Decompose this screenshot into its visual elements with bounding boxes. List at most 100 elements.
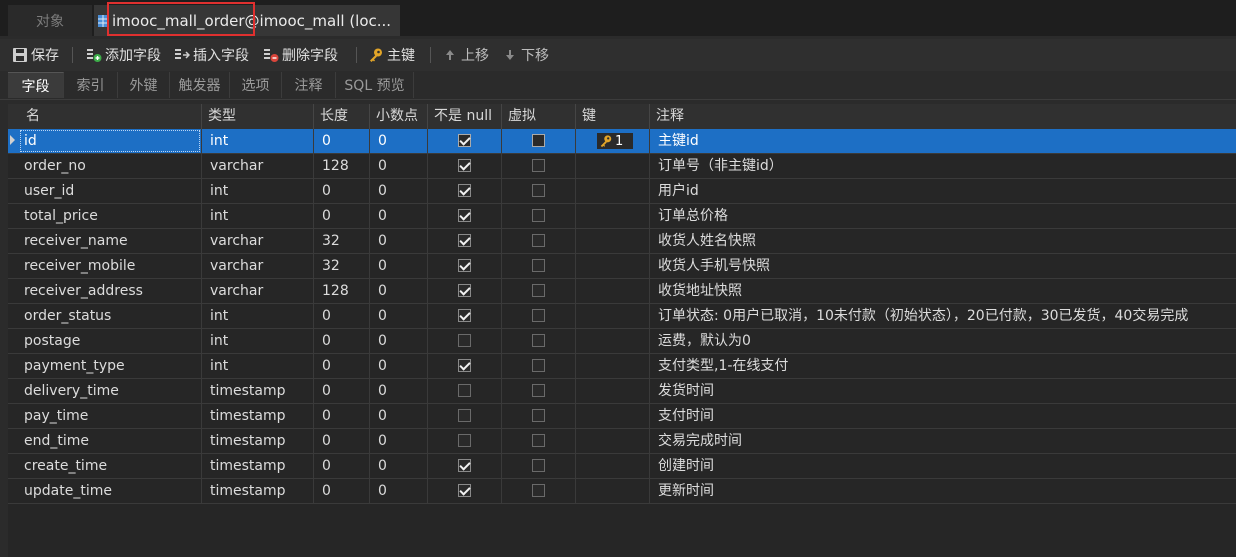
virtual-checkbox[interactable] [532, 284, 545, 297]
field-decimals-cell[interactable]: 0 [370, 179, 428, 203]
field-type-cell[interactable]: varchar [202, 279, 314, 303]
field-type-cell[interactable]: int [202, 304, 314, 328]
move-down-button[interactable]: 下移 [502, 45, 549, 65]
field-length-cell[interactable]: 0 [314, 454, 370, 478]
field-type-cell[interactable]: int [202, 354, 314, 378]
key-cell[interactable] [576, 254, 650, 278]
field-decimals-cell[interactable]: 0 [370, 429, 428, 453]
primary-key-button[interactable]: 主键 [368, 45, 415, 65]
virtual-checkbox[interactable] [532, 459, 545, 472]
field-type-cell[interactable]: varchar [202, 229, 314, 253]
field-comment-cell[interactable]: 用户id [650, 179, 1236, 203]
field-decimals-cell[interactable]: 0 [370, 354, 428, 378]
field-decimals-cell[interactable]: 0 [370, 154, 428, 178]
field-length-cell[interactable]: 0 [314, 204, 370, 228]
column-header-key[interactable]: 键 [576, 104, 650, 129]
key-cell[interactable] [576, 454, 650, 478]
not-null-checkbox[interactable] [458, 159, 471, 172]
field-name-cell[interactable]: end_time [20, 429, 202, 453]
move-up-button[interactable]: 上移 [442, 45, 489, 65]
field-decimals-cell[interactable]: 0 [370, 129, 428, 153]
tab-foreign-keys[interactable]: 外键 [118, 72, 170, 98]
not-null-checkbox[interactable] [458, 334, 471, 347]
field-name-cell[interactable]: payment_type [20, 354, 202, 378]
column-header-name[interactable]: 名 [20, 104, 202, 129]
column-header-virtual[interactable]: 虚拟 [502, 104, 576, 129]
tab-indexes[interactable]: 索引 [64, 72, 118, 98]
field-decimals-cell[interactable]: 0 [370, 379, 428, 403]
field-type-cell[interactable]: int [202, 129, 314, 153]
virtual-checkbox[interactable] [532, 434, 545, 447]
field-row[interactable]: delivery_time timestamp 0 0 发货时间 [8, 379, 1236, 404]
key-cell[interactable] [576, 279, 650, 303]
field-length-cell[interactable]: 32 [314, 254, 370, 278]
tab-objects[interactable]: 对象 [8, 5, 92, 36]
field-comment-cell[interactable]: 运费，默认为0 [650, 329, 1236, 353]
field-type-cell[interactable]: varchar [202, 154, 314, 178]
not-null-checkbox[interactable] [458, 259, 471, 272]
key-cell[interactable] [576, 404, 650, 428]
field-decimals-cell[interactable]: 0 [370, 404, 428, 428]
field-row[interactable]: order_no varchar 128 0 订单号（非主键id） [8, 154, 1236, 179]
tab-comment[interactable]: 注释 [282, 72, 336, 98]
virtual-checkbox[interactable] [532, 209, 545, 222]
field-comment-cell[interactable]: 创建时间 [650, 454, 1236, 478]
key-cell[interactable] [576, 304, 650, 328]
key-cell[interactable] [576, 429, 650, 453]
not-null-checkbox[interactable] [458, 484, 471, 497]
field-row[interactable]: update_time timestamp 0 0 更新时间 [8, 479, 1236, 504]
field-decimals-cell[interactable]: 0 [370, 254, 428, 278]
virtual-checkbox[interactable] [532, 309, 545, 322]
field-name-cell[interactable]: postage [20, 329, 202, 353]
virtual-checkbox[interactable] [532, 159, 545, 172]
field-row[interactable]: create_time timestamp 0 0 创建时间 [8, 454, 1236, 479]
field-name-cell[interactable]: delivery_time [20, 379, 202, 403]
not-null-checkbox[interactable] [458, 459, 471, 472]
field-length-cell[interactable]: 128 [314, 154, 370, 178]
field-decimals-cell[interactable]: 0 [370, 304, 428, 328]
field-comment-cell[interactable]: 收货人姓名快照 [650, 229, 1236, 253]
field-comment-cell[interactable]: 订单状态: 0用户已取消，10未付款（初始状态），20已付款，30已发货，40交… [650, 304, 1236, 328]
field-length-cell[interactable]: 0 [314, 404, 370, 428]
field-comment-cell[interactable]: 发货时间 [650, 379, 1236, 403]
field-length-cell[interactable]: 0 [314, 304, 370, 328]
field-comment-cell[interactable]: 支付类型,1-在线支付 [650, 354, 1236, 378]
field-length-cell[interactable]: 0 [314, 479, 370, 503]
field-comment-cell[interactable]: 订单总价格 [650, 204, 1236, 228]
field-name-cell[interactable]: user_id [20, 179, 202, 203]
field-length-cell[interactable]: 0 [314, 379, 370, 403]
not-null-checkbox[interactable] [458, 359, 471, 372]
field-row[interactable]: id int 0 0 1 主键id [8, 129, 1236, 154]
field-type-cell[interactable]: int [202, 329, 314, 353]
field-comment-cell[interactable]: 订单号（非主键id） [650, 154, 1236, 178]
key-cell[interactable] [576, 379, 650, 403]
virtual-checkbox[interactable] [532, 184, 545, 197]
field-name-cell[interactable]: receiver_mobile [20, 254, 202, 278]
column-header-comment[interactable]: 注释 [650, 104, 1236, 129]
virtual-checkbox[interactable] [532, 484, 545, 497]
not-null-checkbox[interactable] [458, 434, 471, 447]
field-comment-cell[interactable]: 收货地址快照 [650, 279, 1236, 303]
field-name-cell[interactable]: id [20, 129, 202, 153]
field-type-cell[interactable]: timestamp [202, 379, 314, 403]
not-null-checkbox[interactable] [458, 209, 471, 222]
field-comment-cell[interactable]: 收货人手机号快照 [650, 254, 1236, 278]
field-row[interactable]: user_id int 0 0 用户id [8, 179, 1236, 204]
key-cell[interactable] [576, 154, 650, 178]
key-cell[interactable] [576, 329, 650, 353]
field-type-cell[interactable]: timestamp [202, 454, 314, 478]
virtual-checkbox[interactable] [532, 359, 545, 372]
virtual-checkbox[interactable] [532, 409, 545, 422]
field-decimals-cell[interactable]: 0 [370, 279, 428, 303]
field-type-cell[interactable]: timestamp [202, 404, 314, 428]
add-field-button[interactable]: 添加字段 [86, 45, 161, 65]
field-name-cell[interactable]: receiver_name [20, 229, 202, 253]
field-length-cell[interactable]: 0 [314, 329, 370, 353]
field-name-cell[interactable]: pay_time [20, 404, 202, 428]
field-comment-cell[interactable]: 支付时间 [650, 404, 1236, 428]
not-null-checkbox[interactable] [458, 184, 471, 197]
key-cell[interactable] [576, 179, 650, 203]
field-decimals-cell[interactable]: 0 [370, 479, 428, 503]
key-cell[interactable] [576, 479, 650, 503]
key-cell[interactable] [576, 204, 650, 228]
